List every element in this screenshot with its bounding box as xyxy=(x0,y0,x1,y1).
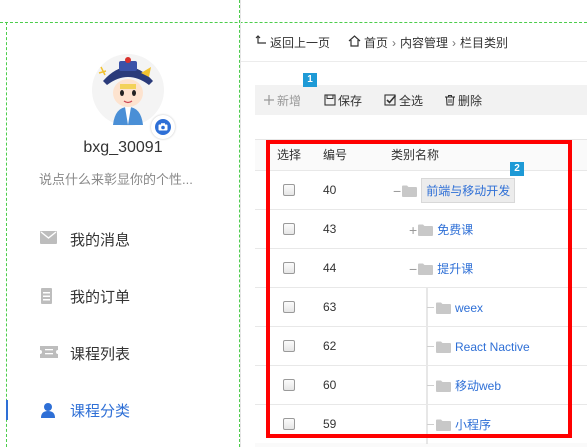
divider xyxy=(241,61,587,62)
row-id: 59 xyxy=(323,417,337,431)
back-arrow-icon xyxy=(255,35,267,50)
save-button[interactable]: 保存 xyxy=(324,85,362,115)
step-badge-2: 2 xyxy=(510,162,524,176)
select-all-button-label: 全选 xyxy=(399,93,424,108)
row-checkbox[interactable] xyxy=(283,379,295,391)
folder-icon xyxy=(436,341,451,353)
row-checkbox[interactable] xyxy=(283,262,295,274)
breadcrumb: 返回上一页 首页 › 内容管理 › 栏目类别 xyxy=(255,34,508,51)
row-id: 63 xyxy=(323,300,337,314)
table-header: 选择 编号 类别名称 xyxy=(255,140,587,170)
trash-icon xyxy=(445,95,455,106)
nav-item-messages[interactable]: 我的消息 xyxy=(7,221,239,257)
row-checkbox[interactable] xyxy=(283,184,295,196)
nav-item-label: 课程分类 xyxy=(70,403,131,420)
user-motto[interactable]: 说点什么来彰显你的个性... xyxy=(39,169,193,188)
row-checkbox[interactable] xyxy=(283,340,295,352)
header-select: 选择 xyxy=(277,148,302,162)
home-icon xyxy=(348,35,361,50)
row-id: 43 xyxy=(323,222,337,236)
avatar[interactable] xyxy=(89,51,175,139)
nav-item-label: 我的订单 xyxy=(70,289,131,306)
chevron-right-icon: › xyxy=(392,35,397,50)
save-button-label: 保存 xyxy=(338,93,363,108)
select-all-button[interactable]: 全选 xyxy=(384,85,423,115)
nav-item-label: 我的消息 xyxy=(70,232,131,249)
save-icon xyxy=(324,94,336,106)
folder-icon xyxy=(402,185,418,197)
table-row[interactable]: 43 + 免费课 xyxy=(255,209,587,248)
row-checkbox[interactable] xyxy=(283,223,295,235)
row-category-cell: + 免费课 xyxy=(409,210,473,249)
nav-item-label: 课程列表 xyxy=(70,346,131,363)
category-name-link[interactable]: 移动web xyxy=(455,377,501,394)
step-badge-1: 1 xyxy=(303,73,317,87)
row-id: 44 xyxy=(323,261,337,275)
tree-connector-icon xyxy=(425,405,435,444)
category-name-link[interactable]: 提升课 xyxy=(437,260,473,277)
row-checkbox[interactable] xyxy=(283,301,295,313)
row-id: 62 xyxy=(323,339,337,353)
folder-icon xyxy=(436,380,451,392)
add-button-label: 新增 xyxy=(277,93,302,108)
user-icon xyxy=(40,402,56,418)
category-name-link[interactable]: 小程序 xyxy=(455,416,491,433)
row-category-cell: weex xyxy=(425,288,483,327)
chevron-right-icon: › xyxy=(452,35,457,50)
row-id: 40 xyxy=(323,183,337,197)
main-content: 返回上一页 首页 › 内容管理 › 栏目类别 新增 1 保存 全选 删除 选择 … xyxy=(240,0,587,447)
row-checkbox[interactable] xyxy=(283,418,295,430)
row-id: 60 xyxy=(323,378,337,392)
folder-icon xyxy=(436,419,451,431)
nav-item-course-category[interactable]: 课程分类 xyxy=(6,392,239,428)
nav-item-course-list[interactable]: 课程列表 xyxy=(7,335,239,371)
collapse-icon[interactable]: − xyxy=(409,261,417,277)
nav-item-orders[interactable]: 我的订单 xyxy=(7,278,239,314)
header-category-name: 类别名称 xyxy=(391,148,440,162)
delete-button-label: 删除 xyxy=(458,93,483,108)
row-category-cell: React Nactive xyxy=(425,327,530,366)
breadcrumb-current: 栏目类别 xyxy=(460,36,509,50)
ticket-icon xyxy=(40,345,58,361)
row-category-cell: − 提升课 xyxy=(409,249,473,288)
table-row[interactable]: 63 weex xyxy=(255,287,587,327)
table-row[interactable]: 60 移动web xyxy=(255,365,587,405)
table-row[interactable]: 44 − 提升课 xyxy=(255,248,587,287)
tree-connector-icon xyxy=(425,366,435,405)
collapse-icon[interactable]: − xyxy=(393,183,401,199)
table-row[interactable]: 40 − 前端与移动开发 xyxy=(255,170,587,209)
delete-button[interactable]: 删除 xyxy=(444,85,482,115)
back-link[interactable]: 返回上一页 xyxy=(270,34,330,51)
tree-connector-icon xyxy=(425,288,435,327)
category-name-link[interactable]: React Nactive xyxy=(455,340,530,354)
add-button[interactable]: 新增 xyxy=(263,85,301,115)
category-name-link[interactable]: 免费课 xyxy=(437,221,473,238)
row-category-cell: 移动web xyxy=(425,366,501,405)
mail-icon xyxy=(40,231,57,247)
breadcrumb-section[interactable]: 内容管理 xyxy=(400,34,448,51)
category-name-link[interactable]: 前端与移动开发 xyxy=(421,178,516,203)
table-row[interactable]: 62 React Nactive xyxy=(255,326,587,366)
toolbar: 新增 1 保存 全选 删除 xyxy=(255,73,587,115)
username: bxg_30091 xyxy=(83,139,163,156)
active-indicator xyxy=(6,400,8,420)
folder-icon xyxy=(418,224,434,236)
category-name-link[interactable]: weex xyxy=(455,301,483,315)
breadcrumb-home[interactable]: 首页 xyxy=(364,34,388,51)
plus-icon xyxy=(264,95,274,105)
row-category-cell: 小程序 xyxy=(425,405,491,444)
checkbox-checked-icon xyxy=(384,94,397,106)
category-table: 选择 编号 类别名称 40− 前端与移动开发 43 + 免费课 44− 提升课 63 weex 6… xyxy=(255,139,587,447)
tree-connector-icon xyxy=(425,327,435,366)
table-row[interactable]: 59 小程序 xyxy=(255,404,587,444)
folder-icon xyxy=(436,302,451,314)
document-icon xyxy=(40,288,56,304)
profile-sidebar: bxg_30091 说点什么来彰显你的个性... 我的消息 我的订单 课程列表 … xyxy=(6,23,239,447)
expand-icon[interactable]: + xyxy=(409,222,417,238)
folder-icon xyxy=(418,263,434,275)
camera-icon[interactable] xyxy=(151,115,175,139)
row-category-cell: − 前端与移动开发 xyxy=(393,171,516,210)
header-id: 编号 xyxy=(323,148,348,162)
